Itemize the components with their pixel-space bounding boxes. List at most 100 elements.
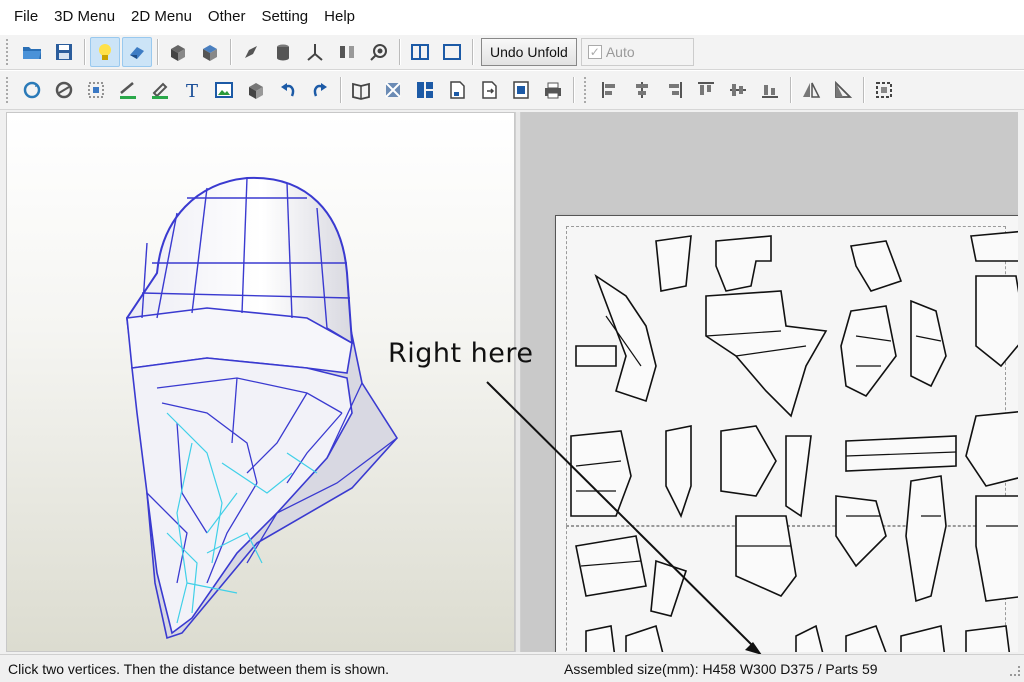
page-button[interactable] <box>442 75 472 105</box>
text-button[interactable]: T <box>177 75 207 105</box>
redo-icon <box>313 83 327 97</box>
split-button[interactable] <box>332 37 362 67</box>
align-middle-button[interactable] <box>723 75 753 105</box>
scale-button[interactable] <box>81 75 111 105</box>
book-button[interactable] <box>346 75 376 105</box>
save-button[interactable] <box>49 37 79 67</box>
menu-file[interactable]: File <box>6 0 46 34</box>
align-right-button[interactable] <box>659 75 689 105</box>
view-button[interactable] <box>364 37 394 67</box>
rotate-button[interactable] <box>17 75 47 105</box>
box-button[interactable] <box>241 75 271 105</box>
save-icon <box>56 44 72 60</box>
page-icon <box>450 81 465 99</box>
unfolded-parts <box>570 230 1018 652</box>
align-center-button[interactable] <box>627 75 657 105</box>
frame-icon <box>876 82 892 98</box>
main-toolbar: Undo Unfold ✓ Auto <box>0 34 1024 70</box>
line-button[interactable] <box>113 75 143 105</box>
redo-button[interactable] <box>305 75 335 105</box>
assembled-size: Assembled size(mm): H458 W300 D375 / Par… <box>564 660 878 677</box>
print-button[interactable] <box>538 75 568 105</box>
align-left-button[interactable] <box>595 75 625 105</box>
toolbar-separator <box>790 77 791 103</box>
export-icon <box>482 81 497 99</box>
select-button[interactable] <box>378 75 408 105</box>
align-middle-icon <box>730 84 746 96</box>
2d-view[interactable] <box>521 112 1018 652</box>
menu-2d[interactable]: 2D Menu <box>123 0 200 34</box>
open-folder-icon <box>23 47 41 59</box>
toolbar-separator <box>863 77 864 103</box>
toolbar-grip[interactable] <box>584 77 590 103</box>
light-button[interactable] <box>90 37 120 67</box>
undo-unfold-button[interactable]: Undo Unfold <box>481 38 577 66</box>
export-button[interactable] <box>474 75 504 105</box>
3d-view[interactable] <box>6 112 515 652</box>
page-settings-button[interactable] <box>506 75 536 105</box>
align-left-icon <box>602 82 615 98</box>
toolbar-separator <box>230 39 231 65</box>
open-button[interactable] <box>17 37 47 67</box>
image-icon <box>215 82 233 98</box>
flip-button[interactable] <box>796 75 826 105</box>
frame-button[interactable] <box>869 75 899 105</box>
edit-button[interactable] <box>145 75 175 105</box>
box-icon <box>249 83 263 99</box>
flip-icon <box>803 82 821 98</box>
lightbulb-icon <box>99 44 111 60</box>
svg-text:T: T <box>186 81 198 101</box>
join-button[interactable] <box>49 75 79 105</box>
axis-button[interactable] <box>300 37 330 67</box>
edit-toolbar: T <box>0 70 1024 110</box>
resize-grip[interactable] <box>1010 666 1020 676</box>
grid-button[interactable] <box>410 75 440 105</box>
fold-button[interactable] <box>163 37 193 67</box>
toolbar-separator <box>157 39 158 65</box>
align-top-button[interactable] <box>691 75 721 105</box>
pen-button[interactable] <box>236 37 266 67</box>
toolbar-separator <box>573 77 574 103</box>
split-icon <box>340 46 354 58</box>
join-icon <box>55 81 73 99</box>
menu-other[interactable]: Other <box>200 0 254 34</box>
dual-pane-button[interactable] <box>437 37 467 67</box>
mirror-button[interactable] <box>828 75 858 105</box>
paper-sheet <box>555 215 1018 652</box>
unfold-icon <box>203 45 217 61</box>
toolbar-grip[interactable] <box>6 77 12 103</box>
menu-help[interactable]: Help <box>316 0 363 34</box>
toolbar-grip[interactable] <box>6 39 12 65</box>
undo-button[interactable] <box>273 75 303 105</box>
page-settings-icon <box>513 81 529 99</box>
unfold-button[interactable] <box>195 37 225 67</box>
single-pane-button[interactable] <box>405 37 435 67</box>
cylinder-icon <box>277 44 289 61</box>
toolbar-separator <box>472 39 473 65</box>
align-bottom-icon <box>762 85 778 98</box>
align-center-icon <box>636 82 648 98</box>
menu-3d[interactable]: 3D Menu <box>46 0 123 34</box>
texture-icon <box>130 47 144 59</box>
image-button[interactable] <box>209 75 239 105</box>
align-top-icon <box>698 82 714 95</box>
annotation-label: Right here <box>388 338 534 369</box>
dual-pane-icon <box>443 44 461 60</box>
toolbar-separator <box>399 39 400 65</box>
eye-icon <box>370 44 387 61</box>
book-icon <box>352 82 370 100</box>
text-icon: T <box>186 81 198 101</box>
menu-setting[interactable]: Setting <box>253 0 316 34</box>
align-bottom-button[interactable] <box>755 75 785 105</box>
fold-icon <box>171 45 185 61</box>
scale-icon <box>88 82 104 98</box>
line-icon <box>120 82 136 99</box>
auto-checkbox[interactable]: ✓ Auto <box>580 38 694 66</box>
print-icon <box>545 82 561 99</box>
cylinder-button[interactable] <box>268 37 298 67</box>
select-icon <box>385 82 401 98</box>
texture-button[interactable] <box>122 37 152 67</box>
checkmark-icon: ✓ <box>587 45 602 59</box>
edit-icon <box>152 82 168 99</box>
rotate-icon <box>23 81 41 99</box>
